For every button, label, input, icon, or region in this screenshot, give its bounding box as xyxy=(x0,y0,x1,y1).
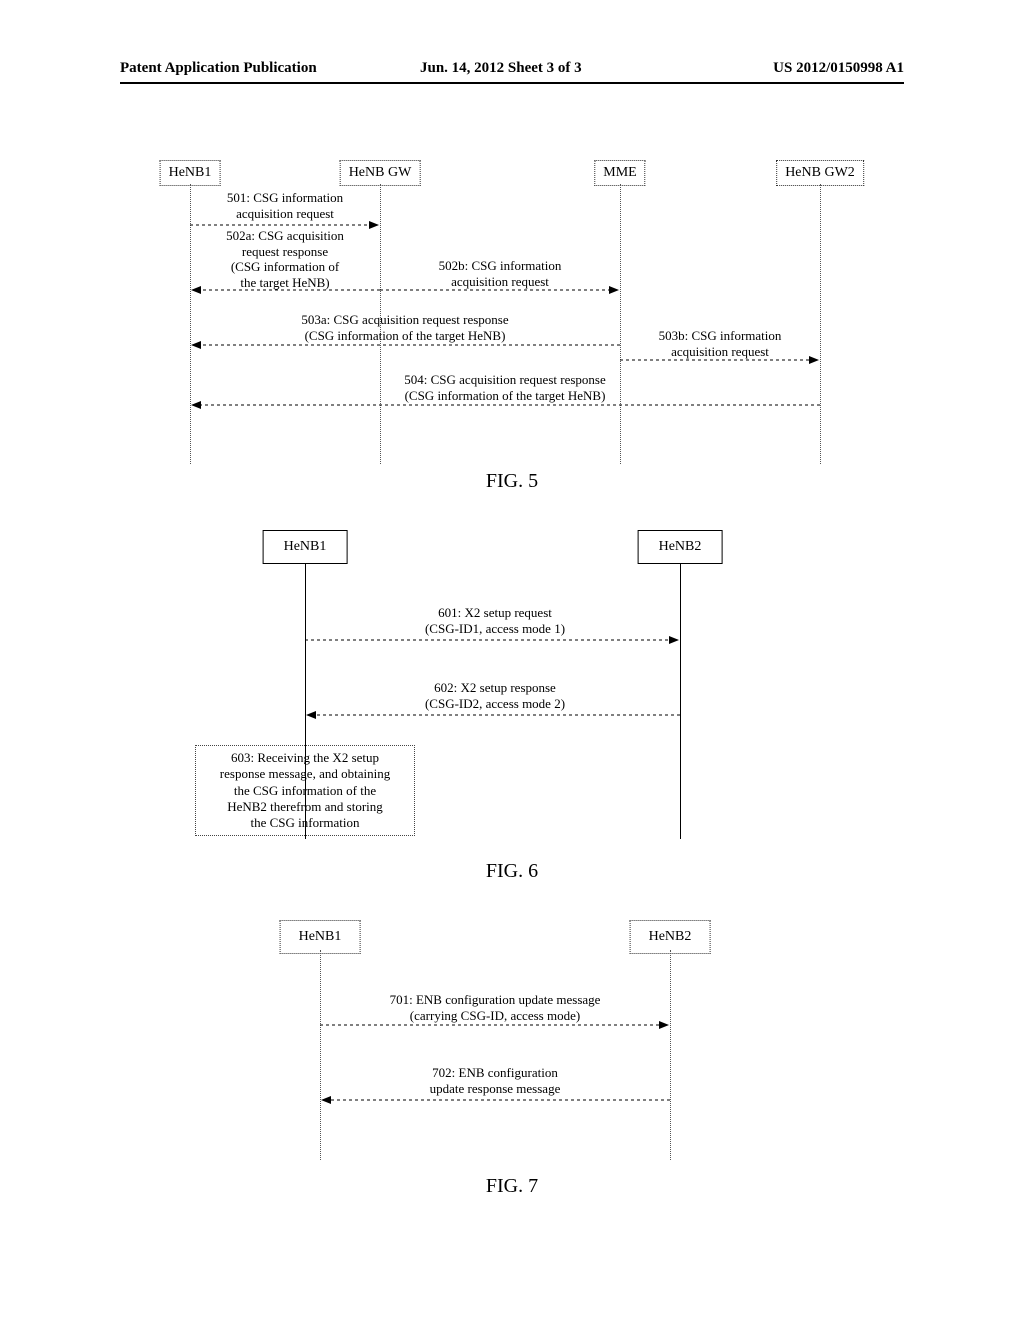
fig6-diagram: HeNB1 HeNB2 601: X2 setup request (CSG-I… xyxy=(0,530,1024,900)
text: 702: ENB configuration xyxy=(432,1065,558,1080)
fig6-arrows xyxy=(0,530,1024,900)
fig6-label: FIG. 6 xyxy=(486,860,538,883)
fig5-msg-504: 504: CSG acquisition request response (C… xyxy=(404,372,605,403)
text: 502a: CSG acquisition xyxy=(226,228,344,243)
fig7-lifeline-a xyxy=(320,950,321,1160)
fig5-msg-503b: 503b: CSG information acquisition reques… xyxy=(659,328,782,359)
text: the CSG information of the xyxy=(234,783,376,798)
fig7-node-henb2: HeNB2 xyxy=(630,920,711,954)
fig5-msg-502a: 502a: CSG acquisition request response (… xyxy=(226,228,344,290)
header-right: US 2012/0150998 A1 xyxy=(773,60,904,77)
fig7-lifeline-b xyxy=(670,950,671,1160)
text: (CSG-ID1, access mode 1) xyxy=(425,621,565,637)
text: 701: ENB configuration update message xyxy=(390,992,601,1007)
fig5-msg-501: 501: CSG information acquisition request xyxy=(227,190,343,221)
text: 502b: CSG information xyxy=(439,258,562,273)
text: 602: X2 setup response xyxy=(434,680,556,695)
fig6-msg-601: 601: X2 setup request (CSG-ID1, access m… xyxy=(425,605,565,636)
text: (CSG information of xyxy=(226,259,344,275)
fig5-lifeline-c xyxy=(620,184,621,464)
text: 503a: CSG acquisition request response xyxy=(301,312,508,327)
fig5-node-henbgw: HeNB GW xyxy=(340,160,421,186)
text: (CSG-ID2, access mode 2) xyxy=(425,696,565,712)
text: 601: X2 setup request xyxy=(438,605,552,620)
fig5-arrows xyxy=(0,160,1024,500)
text: request response xyxy=(226,244,344,260)
fig5-node-henb1: HeNB1 xyxy=(160,160,221,186)
fig7-msg-702: 702: ENB configuration update response m… xyxy=(430,1065,561,1096)
fig7-label: FIG. 7 xyxy=(486,1175,538,1198)
text: the target HeNB) xyxy=(226,275,344,291)
fig6-lifeline-b xyxy=(680,564,681,839)
fig5-diagram: HeNB1 HeNB GW MME HeNB GW2 501: CSG info… xyxy=(0,160,1024,500)
text: (CSG information of the target HeNB) xyxy=(404,388,605,404)
fig5-node-henbgw2: HeNB GW2 xyxy=(776,160,864,186)
fig5-label: FIG. 5 xyxy=(486,470,538,493)
fig5-node-mme: MME xyxy=(594,160,645,186)
text: response message, and obtaining xyxy=(220,766,390,781)
header-rule xyxy=(120,82,904,84)
fig6-proc-603: 603: Receiving the X2 setup response mes… xyxy=(195,745,415,836)
text: 504: CSG acquisition request response xyxy=(404,372,605,387)
text: the CSG information xyxy=(250,815,359,830)
fig7-diagram: HeNB1 HeNB2 701: ENB configuration updat… xyxy=(0,920,1024,1220)
fig6-msg-602: 602: X2 setup response (CSG-ID2, access … xyxy=(425,680,565,711)
fig5-lifeline-d xyxy=(820,184,821,464)
text: 501: CSG information xyxy=(227,190,343,205)
fig5-msg-503a: 503a: CSG acquisition request response (… xyxy=(301,312,508,343)
text: acquisition request xyxy=(659,344,782,360)
header-left: Patent Application Publication xyxy=(120,60,317,77)
fig5-lifeline-a xyxy=(190,184,191,464)
text: acquisition request xyxy=(227,206,343,222)
header-mid: Jun. 14, 2012 Sheet 3 of 3 xyxy=(420,60,582,77)
fig7-node-henb1: HeNB1 xyxy=(280,920,361,954)
text: update response message xyxy=(430,1081,561,1097)
text: (CSG information of the target HeNB) xyxy=(301,328,508,344)
text: 603: Receiving the X2 setup xyxy=(231,750,379,765)
text: acquisition request xyxy=(439,274,562,290)
text: (carrying CSG-ID, access mode) xyxy=(390,1008,601,1024)
text: HeNB2 therefrom and storing xyxy=(227,799,383,814)
fig6-node-henb2: HeNB2 xyxy=(638,530,723,564)
fig5-msg-502b: 502b: CSG information acquisition reques… xyxy=(439,258,562,289)
fig6-node-henb1: HeNB1 xyxy=(263,530,348,564)
fig7-msg-701: 701: ENB configuration update message (c… xyxy=(390,992,601,1023)
text: 503b: CSG information xyxy=(659,328,782,343)
